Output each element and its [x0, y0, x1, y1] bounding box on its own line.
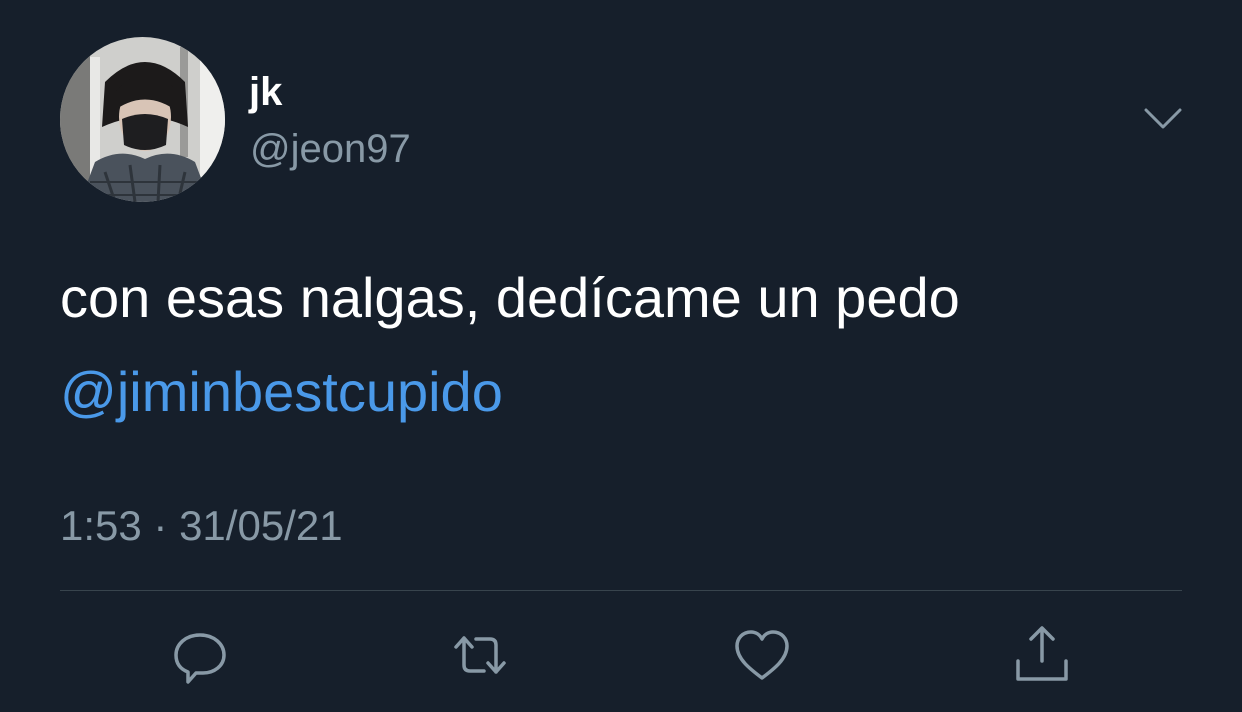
tweet-card: jk @jeon97 con esas nalgas, dedícame un … [0, 0, 1242, 712]
reply-button[interactable] [170, 625, 230, 685]
like-button[interactable] [732, 625, 792, 685]
retweet-icon [454, 636, 506, 674]
author-handle[interactable]: @jeon97 [250, 125, 411, 173]
retweet-button[interactable] [450, 625, 510, 685]
reply-icon [174, 633, 226, 684]
share-icon [1016, 626, 1068, 681]
share-button[interactable] [1012, 625, 1072, 685]
avatar[interactable] [60, 37, 225, 202]
tweet-timestamp[interactable]: 1:53 · 31/05/21 [60, 500, 343, 552]
heart-icon [735, 630, 789, 680]
author-display-name[interactable]: jk [249, 68, 282, 116]
mention-link[interactable]: @jiminbestcupido [60, 358, 503, 426]
tweet-text: con esas nalgas, dedícame un pedo [60, 266, 960, 329]
avatar-image [60, 37, 225, 202]
divider [60, 590, 1182, 591]
chevron-down-icon[interactable] [1140, 100, 1186, 140]
